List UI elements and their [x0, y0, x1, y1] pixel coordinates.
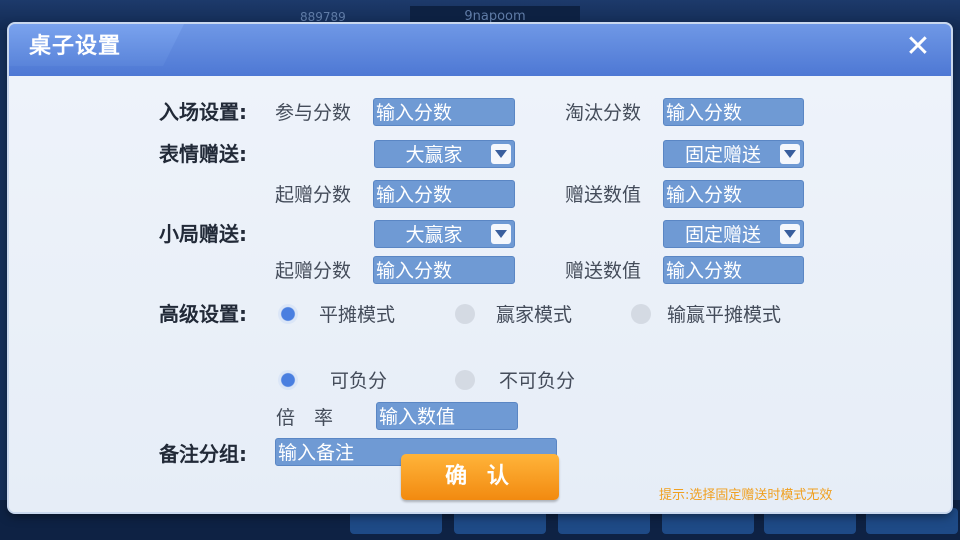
emote-gift-value-label: 赠送数值	[565, 184, 642, 206]
win-lose-split-mode-label: 输赢平摊模式	[667, 304, 782, 326]
dialog-title: 桌子设置	[29, 34, 122, 59]
radio-no-negative[interactable]	[455, 370, 475, 390]
elimination-score-label: 淘汰分数	[565, 102, 642, 124]
chevron-down-icon[interactable]	[491, 224, 511, 244]
chevron-down-icon[interactable]	[491, 144, 511, 164]
round-winner-select[interactable]: 大赢家	[374, 220, 515, 248]
emote-winner-select[interactable]: 大赢家	[374, 140, 515, 168]
split-mode-label: 平摊模式	[319, 304, 396, 326]
multiplier-input[interactable]: 输入数值	[376, 402, 518, 430]
no-negative-label: 不可负分	[499, 370, 576, 392]
round-gift-label: 小局赠送:	[159, 222, 247, 246]
radio-allow-negative[interactable]	[278, 370, 298, 390]
round-start-score-label: 起赠分数	[275, 260, 352, 282]
round-start-score-input[interactable]: 输入分数	[373, 256, 515, 284]
emote-gift-value-input[interactable]: 输入分数	[663, 180, 804, 208]
emote-start-score-input[interactable]: 输入分数	[373, 180, 515, 208]
background-score: 889789	[300, 10, 346, 24]
radio-split-mode[interactable]	[278, 304, 298, 324]
radio-win-lose-split-mode[interactable]	[631, 304, 651, 324]
round-gift-value-input[interactable]: 输入分数	[663, 256, 804, 284]
emote-gift-mode-value: 固定赠送	[684, 144, 761, 166]
entry-settings-label: 入场设置:	[159, 100, 247, 124]
round-winner-select-value: 大赢家	[405, 224, 463, 246]
hint-text: 提示:选择固定赠送时模式无效	[659, 488, 833, 503]
emote-gift-label: 表情赠送:	[159, 142, 247, 166]
emote-gift-mode-select[interactable]: 固定赠送	[663, 140, 804, 168]
remark-group-label: 备注分组:	[159, 442, 247, 466]
dialog-title-bar: 桌子设置 ✕	[9, 24, 951, 76]
join-score-input[interactable]: 输入分数	[373, 98, 515, 126]
radio-winner-mode[interactable]	[455, 304, 475, 324]
table-settings-dialog: 桌子设置 ✕ 入场设置: 参与分数 输入分数 淘汰分数 输入分数 表情赠送: 大…	[9, 24, 951, 512]
allow-negative-label: 可负分	[330, 370, 388, 392]
confirm-button[interactable]: 确 认	[401, 454, 559, 500]
elimination-score-input[interactable]: 输入分数	[663, 98, 804, 126]
dialog-content: 入场设置: 参与分数 输入分数 淘汰分数 输入分数 表情赠送: 大赢家 固定赠送…	[9, 76, 951, 512]
chevron-down-icon[interactable]	[780, 144, 800, 164]
round-gift-value-label: 赠送数值	[565, 260, 642, 282]
winner-mode-label: 赢家模式	[496, 304, 573, 326]
join-score-label: 参与分数	[275, 102, 352, 124]
close-icon[interactable]: ✕	[903, 32, 933, 62]
chevron-down-icon[interactable]	[780, 224, 800, 244]
emote-winner-select-value: 大赢家	[405, 144, 463, 166]
emote-start-score-label: 起赠分数	[275, 184, 352, 206]
round-gift-mode-select[interactable]: 固定赠送	[663, 220, 804, 248]
multiplier-label: 倍 率	[276, 407, 334, 429]
round-gift-mode-value: 固定赠送	[684, 224, 761, 246]
advanced-settings-label: 高级设置:	[159, 302, 247, 326]
